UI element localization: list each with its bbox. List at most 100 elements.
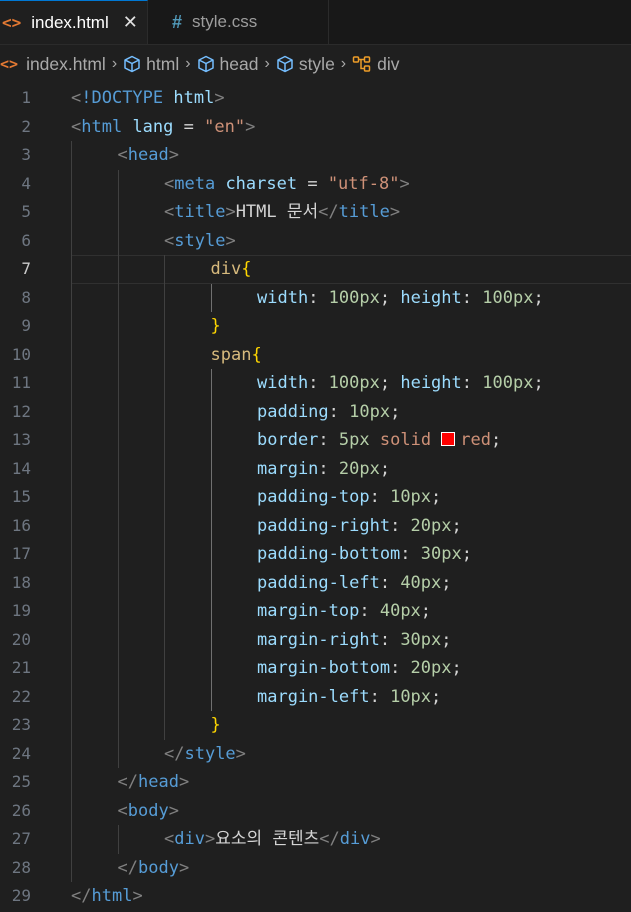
code-line[interactable]: 21 margin-bottom: 20px;: [0, 654, 631, 683]
tab-style-css[interactable]: # style.css: [148, 0, 329, 44]
code-token: >: [370, 829, 381, 849]
code-line[interactable]: 12 padding: 10px;: [0, 397, 631, 427]
line-number: 1: [21, 88, 31, 107]
indent-guide: [71, 483, 72, 512]
code-line[interactable]: 6 <style>: [0, 226, 631, 255]
code-text: </head>: [118, 768, 190, 797]
indent-guide: [210, 483, 212, 512]
code-token: <: [164, 173, 175, 194]
indent-guide: [164, 625, 165, 654]
code-text: padding-right: 20px;: [257, 512, 462, 541]
code-editor[interactable]: 1 <!DOCTYPE html> 2 <html lang = "en"> 3 <hea…: [0, 84, 631, 912]
indent-guide: [210, 454, 212, 483]
code-text: padding-left: 40px;: [257, 569, 452, 598]
indent-guide: [71, 169, 72, 198]
code-line[interactable]: 2 <html lang = "en">: [0, 113, 631, 142]
code-line[interactable]: 7 div{: [0, 255, 631, 284]
code-line[interactable]: 28 </body>: [0, 853, 631, 882]
code-token: div: [210, 259, 242, 279]
code-line[interactable]: 24 </style>: [0, 739, 631, 769]
code-token: ;: [451, 658, 462, 678]
code-line[interactable]: 15 padding-top: 10px;: [0, 483, 631, 512]
indent-guide: [71, 739, 72, 768]
close-icon[interactable]: ✕: [123, 12, 138, 33]
code-text: padding-bottom: 30px;: [257, 540, 472, 569]
indent-guide: [71, 312, 72, 341]
indent-guide: [164, 454, 165, 483]
code-line[interactable]: 13 border: 5px solid red;: [0, 426, 631, 455]
code-token: </: [318, 202, 339, 222]
editor-tab-bar: <> index.html ✕ # style.css: [0, 0, 631, 45]
code-token: width: [257, 287, 309, 308]
indent-guide: [71, 426, 72, 455]
code-line[interactable]: 10 span{: [0, 340, 631, 369]
code-line[interactable]: 9}: [0, 312, 631, 341]
code-token: :: [318, 430, 339, 450]
code-token: >: [214, 88, 225, 108]
code-token: red: [460, 430, 492, 450]
code-line[interactable]: 27 <div>요소의 콘텐츠</div>: [0, 825, 631, 854]
tab-index-html[interactable]: <> index.html ✕: [0, 0, 148, 44]
indent-guide: [210, 540, 212, 569]
indent-guide: [71, 682, 72, 711]
line-number: 19: [11, 601, 31, 620]
code-line[interactable]: 14 margin: 20px;: [0, 454, 631, 483]
code-line[interactable]: 5 <title>HTML 문서</title>: [0, 198, 631, 227]
code-text: </style>: [164, 740, 246, 769]
code-line[interactable]: 1 <!DOCTYPE html>: [0, 84, 631, 113]
code-token: ;: [533, 373, 544, 393]
code-text: }: [211, 312, 221, 341]
code-text: padding: 10px;: [257, 398, 400, 427]
code-line[interactable]: 8 width: 100px; height: 100px;: [0, 283, 631, 312]
code-token: ;: [379, 287, 401, 308]
breadcrumb-item-style[interactable]: style: [276, 54, 335, 75]
breadcrumb-item-html[interactable]: html: [123, 54, 179, 75]
code-token: margin-right: [257, 629, 380, 650]
code-token: 5px: [338, 430, 370, 450]
code-token: <: [164, 230, 175, 251]
code-token: ;: [533, 287, 544, 308]
code-token: head: [127, 145, 169, 165]
code-token: solid: [379, 430, 442, 450]
indent-guide: [210, 397, 212, 426]
code-line[interactable]: 18 padding-left: 40px;: [0, 568, 631, 598]
breadcrumb-item-head[interactable]: head: [197, 54, 258, 75]
symbol-cube-icon: [124, 55, 140, 73]
code-line[interactable]: 29 </html>: [0, 882, 631, 911]
line-number: 12: [11, 401, 31, 421]
code-text: border: 5px solid red;: [257, 426, 501, 455]
code-line[interactable]: 4 <meta charset = "utf-8">: [0, 169, 631, 198]
code-text: margin-left: 10px;: [257, 683, 441, 712]
code-token: :: [308, 287, 329, 308]
code-line[interactable]: 16 padding-right: 20px;: [0, 511, 631, 541]
indent-guide: [117, 226, 119, 255]
code-token: 40px: [400, 572, 442, 593]
code-line[interactable]: 22 margin-left: 10px;: [0, 682, 631, 712]
code-token: >: [235, 743, 246, 764]
code-line[interactable]: 3 <head>: [0, 141, 631, 170]
code-line[interactable]: 25 </head>: [0, 768, 631, 797]
indent-guide: [117, 483, 119, 512]
code-line[interactable]: 23}: [0, 711, 631, 740]
code-line[interactable]: 19 margin-top: 40px;: [0, 597, 631, 626]
code-text: }: [211, 711, 221, 740]
indent-guide: [71, 397, 72, 426]
code-line[interactable]: 17 padding-bottom: 30px;: [0, 540, 631, 569]
line-number: 15: [11, 487, 31, 506]
code-line[interactable]: 11 width: 100px; height: 100px;: [0, 369, 631, 398]
code-text: <!DOCTYPE html>: [71, 84, 225, 113]
code-token: ;: [379, 458, 391, 479]
line-number: 16: [11, 515, 31, 535]
code-token: 40px: [379, 601, 421, 621]
breadcrumb-item-div[interactable]: div: [352, 54, 400, 75]
breadcrumb-item-file[interactable]: <> index.html: [0, 54, 106, 75]
code-token: :: [308, 373, 329, 393]
code-token: 100px: [482, 287, 534, 308]
indent-guide: [117, 169, 119, 198]
code-token: body: [137, 857, 179, 878]
indent-guide: [117, 825, 119, 854]
color-swatch-icon[interactable]: [441, 432, 456, 446]
code-line[interactable]: 26 <body>: [0, 796, 631, 825]
code-line[interactable]: 20 margin-right: 30px;: [0, 625, 631, 654]
